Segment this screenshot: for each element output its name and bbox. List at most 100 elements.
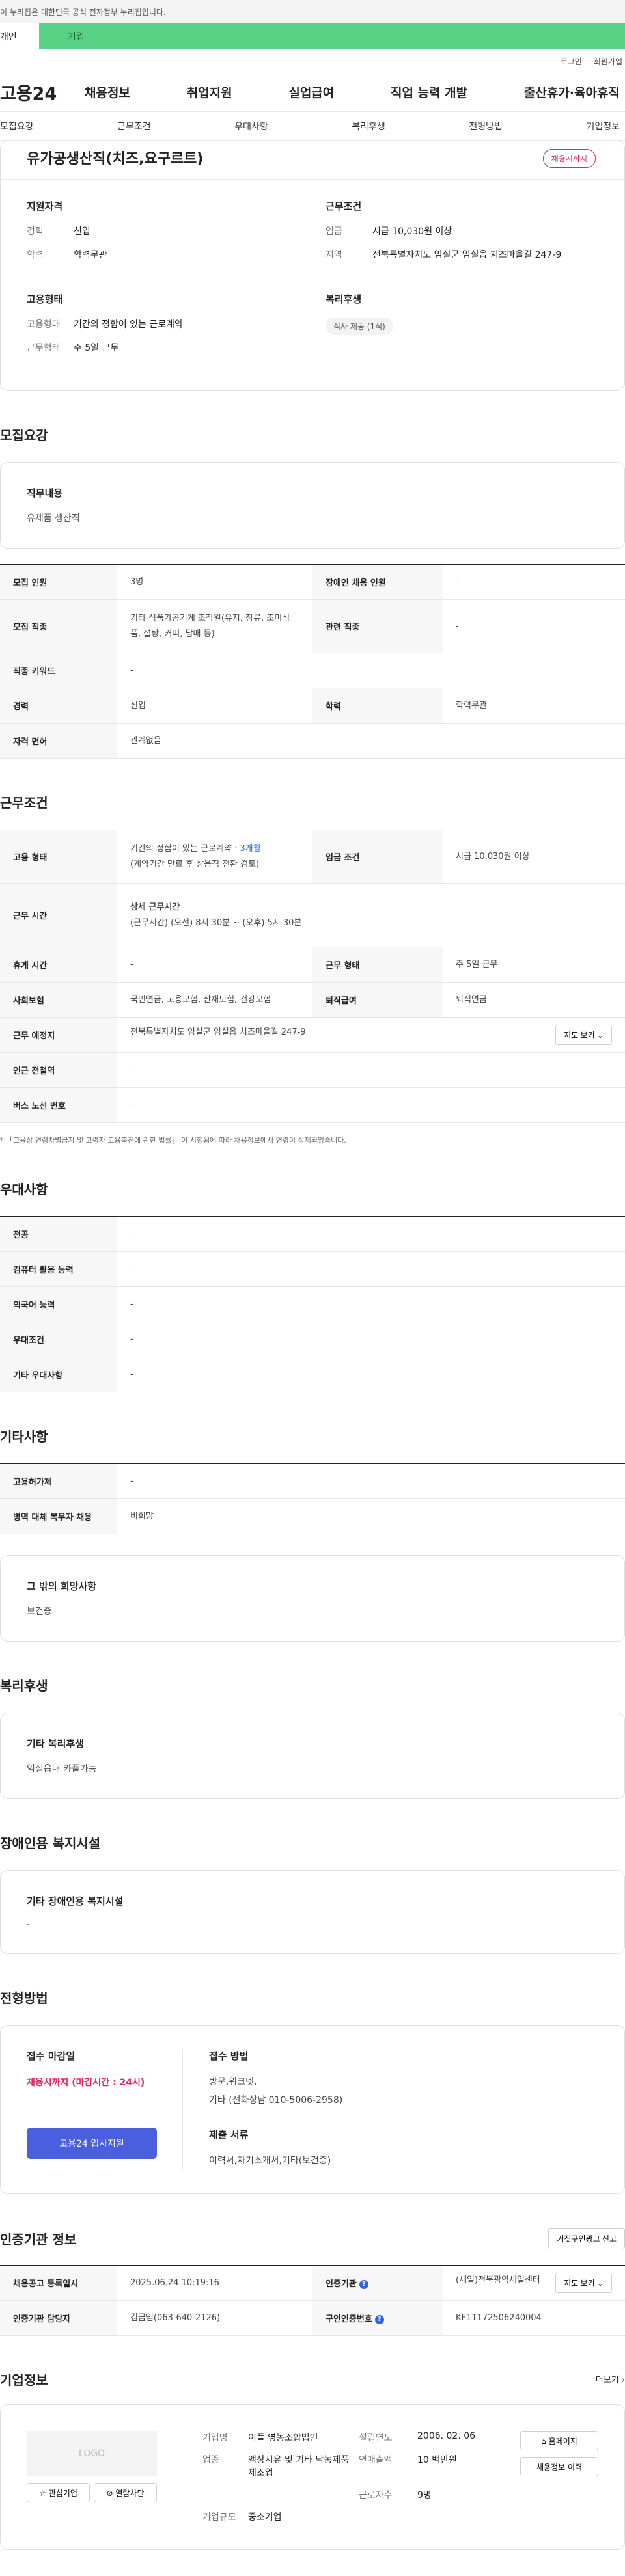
employment-type-text: 기간의 정함이 있는 근로계약 ·	[130, 843, 240, 854]
anchor-selection[interactable]: 전형방법	[469, 120, 503, 133]
cert-title-row: 인증기관 정보 거짓구인광고 신고	[0, 2228, 625, 2249]
company-title-row: 기업정보 더보기 ›	[0, 2370, 625, 2389]
welfare-box-value: 임실읍내 카풀가능	[27, 1764, 97, 1774]
pref-table: 전공 - 컴퓨터 활용 능력 - 외국어 능력 - 우대조건 - 기타 우대사항 -	[0, 1216, 625, 1392]
signup-link[interactable]: 회원가입	[594, 56, 622, 67]
anchor-recruit[interactable]: 모집요강	[0, 120, 34, 133]
table-key: 근무 형태	[312, 947, 443, 983]
welfare-section-title: 복리후생	[0, 1678, 48, 1694]
table-value: 주 5일 근무	[456, 959, 498, 969]
table-key: 고용허가제	[0, 1463, 117, 1499]
table-key: 우대조건	[0, 1322, 117, 1357]
table-value: 상세 근무시간 (근무시간) (오전) 8시 30분 ~ (오후) 5시 30분	[117, 884, 625, 947]
disabled-section-title: 장애인용 복지시설	[0, 1836, 101, 1851]
anchor-welfare[interactable]: 복리후생	[352, 120, 385, 133]
anchor-company[interactable]: 기업정보	[586, 120, 620, 133]
table-row: 우대조건 -	[0, 1322, 625, 1357]
cert-no-label: 구인인증번호	[326, 2314, 372, 2324]
company-key: 기업규모	[202, 2512, 236, 2523]
disabled-box-value: -	[27, 1919, 31, 1930]
company-value: 이플 영농조합법인	[248, 2433, 318, 2443]
company-more-link[interactable]: 더보기 ›	[596, 2373, 625, 2385]
map-view-button[interactable]: 지도 보기 ⌄	[555, 1025, 612, 1045]
anchor-work[interactable]: 근무조건	[117, 120, 151, 133]
table-row: 외국어 능력 -	[0, 1286, 625, 1322]
table-value: -	[130, 1064, 133, 1075]
table-key: 모집 직종	[0, 599, 117, 653]
cert-map-button[interactable]: 지도 보기 ⌄	[555, 2273, 612, 2293]
apply-button[interactable]: 고용24 입사지원	[27, 2128, 157, 2159]
info-icon[interactable]: ?	[359, 2279, 368, 2289]
table-row: 병역 대체 복무자 채용 비희망	[0, 1498, 625, 1534]
hope-title: 그 밖의 희망사항	[27, 1580, 97, 1592]
method-value-1: 방문,워크넷,	[209, 2077, 257, 2087]
table-key: 기타 우대사항	[0, 1357, 117, 1392]
table-value: KF11172506240004	[456, 2312, 542, 2323]
table-value: -	[456, 576, 459, 587]
interest-company-button[interactable]: ☆ 관심기업	[27, 2483, 90, 2502]
table-row: 휴게 시간 - 근무 형태 주 5일 근무	[0, 947, 625, 983]
table-key: 모집 인원	[0, 564, 117, 600]
homepage-button[interactable]: ⌂ 홈페이지	[520, 2431, 598, 2450]
section-anchor-nav: 모집요강 근무조건 우대사항 복리후생 전형방법 기업정보	[0, 112, 625, 141]
table-value: 김금임(063-640-2126)	[130, 2312, 221, 2323]
user-type-tabs: 개인 기업	[0, 23, 625, 49]
job-history-button[interactable]: 채용정보 이력	[520, 2457, 598, 2476]
login-link[interactable]: 로그인	[561, 56, 582, 67]
table-value: -	[130, 1299, 133, 1309]
duty-value: 유제품 생산직	[27, 513, 80, 524]
conditions-title: 근무조건	[326, 200, 362, 212]
summary-key: 학력	[27, 250, 44, 260]
table-key: 고용 형태	[0, 830, 117, 884]
deadline-badge: 채용시까지	[542, 149, 596, 168]
duty-title: 직무내용	[27, 487, 63, 499]
gnb-item-jobs[interactable]: 채용정보	[85, 83, 130, 101]
gnb-item-parental-leave[interactable]: 출산휴가·육아휴직	[524, 83, 620, 101]
duty-box: 직무내용 유제품 생산직	[0, 462, 625, 549]
table-row: 경력 신입 학력 학력무관	[0, 688, 625, 724]
deadline-title: 접수 마감일	[27, 2050, 76, 2062]
table-row: 인근 전철역 -	[0, 1052, 625, 1088]
table-row: 컴퓨터 활용 능력 -	[0, 1251, 625, 1287]
gnb-item-employment-support[interactable]: 취업지원	[187, 83, 232, 101]
table-row: 모집 직종 기타 식품가공기계 조작원(유지, 장류, 조미식품, 설탕, 커피,…	[0, 599, 625, 653]
table-row: 자격 면허 관계없음	[0, 723, 625, 759]
report-fake-ad-button[interactable]: 거짓구인광고 신고	[548, 2228, 625, 2249]
summary-row: 학력 학력무관	[27, 248, 299, 261]
table-row: 근무 예정지 전북특별자치도 임실군 임실읍 치즈마을길 247-9 지도 보기…	[0, 1017, 625, 1053]
company-key: 근로자수	[359, 2490, 393, 2501]
table-key: 채용공고 등록일시	[0, 2265, 117, 2301]
company-box: LOGO ☆ 관심기업 ⊘ 열람차단 기업명 이플 영농조합법인 설립연도 2006…	[0, 2404, 625, 2550]
summary-value: 주 5일 근무	[74, 343, 119, 353]
company-key: 업종	[202, 2455, 219, 2465]
summary-row: 경력 신입	[27, 224, 299, 237]
table-key: 근무 시간	[0, 883, 117, 947]
table-value: 3명	[130, 576, 144, 587]
anchor-pref[interactable]: 우대사항	[234, 120, 268, 133]
block-view-button[interactable]: ⊘ 열람차단	[94, 2483, 157, 2502]
gnb-item-vocational-training[interactable]: 직업 능력 개발	[391, 83, 467, 101]
summary-row: 지역 전북특별자치도 임실군 임실읍 치즈마을길 247-9	[326, 248, 598, 261]
gnb-item-unemployment-benefit[interactable]: 실업급여	[288, 83, 334, 101]
table-key: 임금 조건	[312, 830, 443, 884]
global-nav: 고용24 채용정보 취업지원 실업급여 직업 능력 개발 출산휴가·육아휴직	[0, 73, 625, 112]
etc-table: 고용허가제 - 병역 대체 복무자 채용 비희망	[0, 1463, 625, 1534]
table-key: 구인인증번호?	[312, 2300, 443, 2336]
etc-section-title: 기타사항	[0, 1429, 48, 1444]
company-value: 9명	[417, 2490, 432, 2501]
table-value: 기타 식품가공기계 조작원(유지, 장류, 조미식품, 설탕, 커피, 담배 등…	[130, 613, 290, 639]
table-row: 근무 시간 상세 근무시간 (근무시간) (오전) 8시 30분 ~ (오후) …	[0, 883, 625, 947]
pref-section-title: 우대사항	[0, 1182, 48, 1197]
tab-personal[interactable]: 개인	[0, 23, 39, 49]
method-title: 접수 방법	[209, 2050, 249, 2062]
employment-block: 고용형태 고용형태 기간의 정함이 있는 근로계약 근무형태 주 5일 근무	[27, 292, 299, 364]
table-key: 인증기관 담당자	[0, 2300, 117, 2336]
recruit-section-title: 모집요강	[0, 427, 48, 443]
table-key: 관련 직종	[312, 599, 443, 653]
table-value: -	[456, 621, 459, 631]
tab-company[interactable]: 기업	[39, 23, 130, 49]
table-row: 인증기관 담당자 김금임(063-640-2126) 구인인증번호? KF1117…	[0, 2300, 625, 2336]
info-icon[interactable]: ?	[374, 2314, 384, 2324]
company-logo: LOGO	[27, 2431, 157, 2476]
site-logo[interactable]: 고용24	[0, 79, 85, 105]
